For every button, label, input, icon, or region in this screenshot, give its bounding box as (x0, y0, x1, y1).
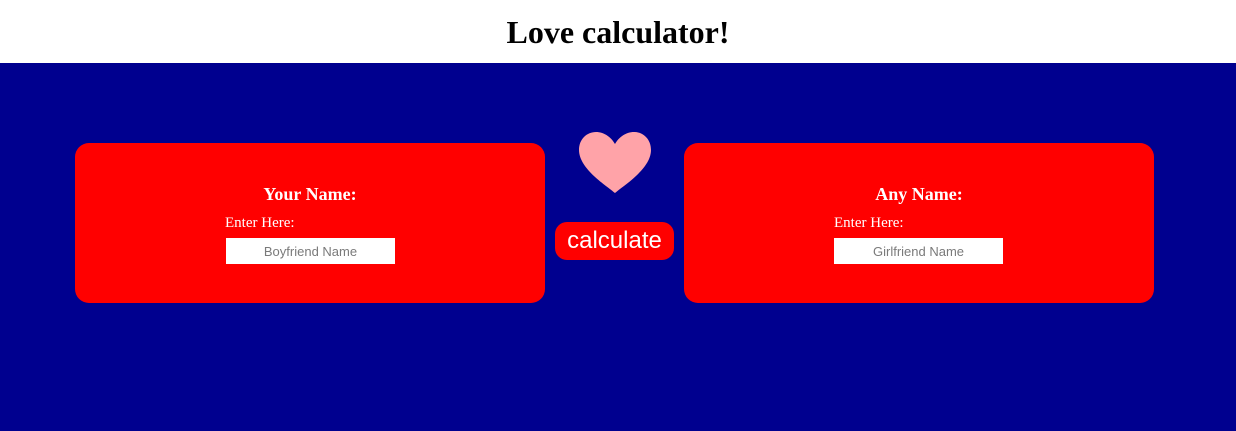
calculate-button[interactable]: calculate (555, 222, 674, 260)
page-title: Love calculator! (506, 14, 730, 50)
your-name-field-label: Enter Here: (225, 215, 295, 231)
heart-icon (579, 132, 651, 193)
girlfriend-name-input[interactable] (834, 238, 1003, 264)
any-name-field-label: Enter Here: (834, 215, 904, 231)
header: Love calculator! (0, 0, 1236, 63)
main-area: Your Name: Enter Here: calculate Any Nam… (0, 63, 1236, 431)
any-name-title: Any Name: (875, 184, 963, 204)
any-name-card: Any Name: Enter Here: (684, 143, 1154, 303)
boyfriend-name-input[interactable] (226, 238, 395, 264)
your-name-title: Your Name: (263, 184, 357, 204)
your-name-card: Your Name: Enter Here: (75, 143, 545, 303)
